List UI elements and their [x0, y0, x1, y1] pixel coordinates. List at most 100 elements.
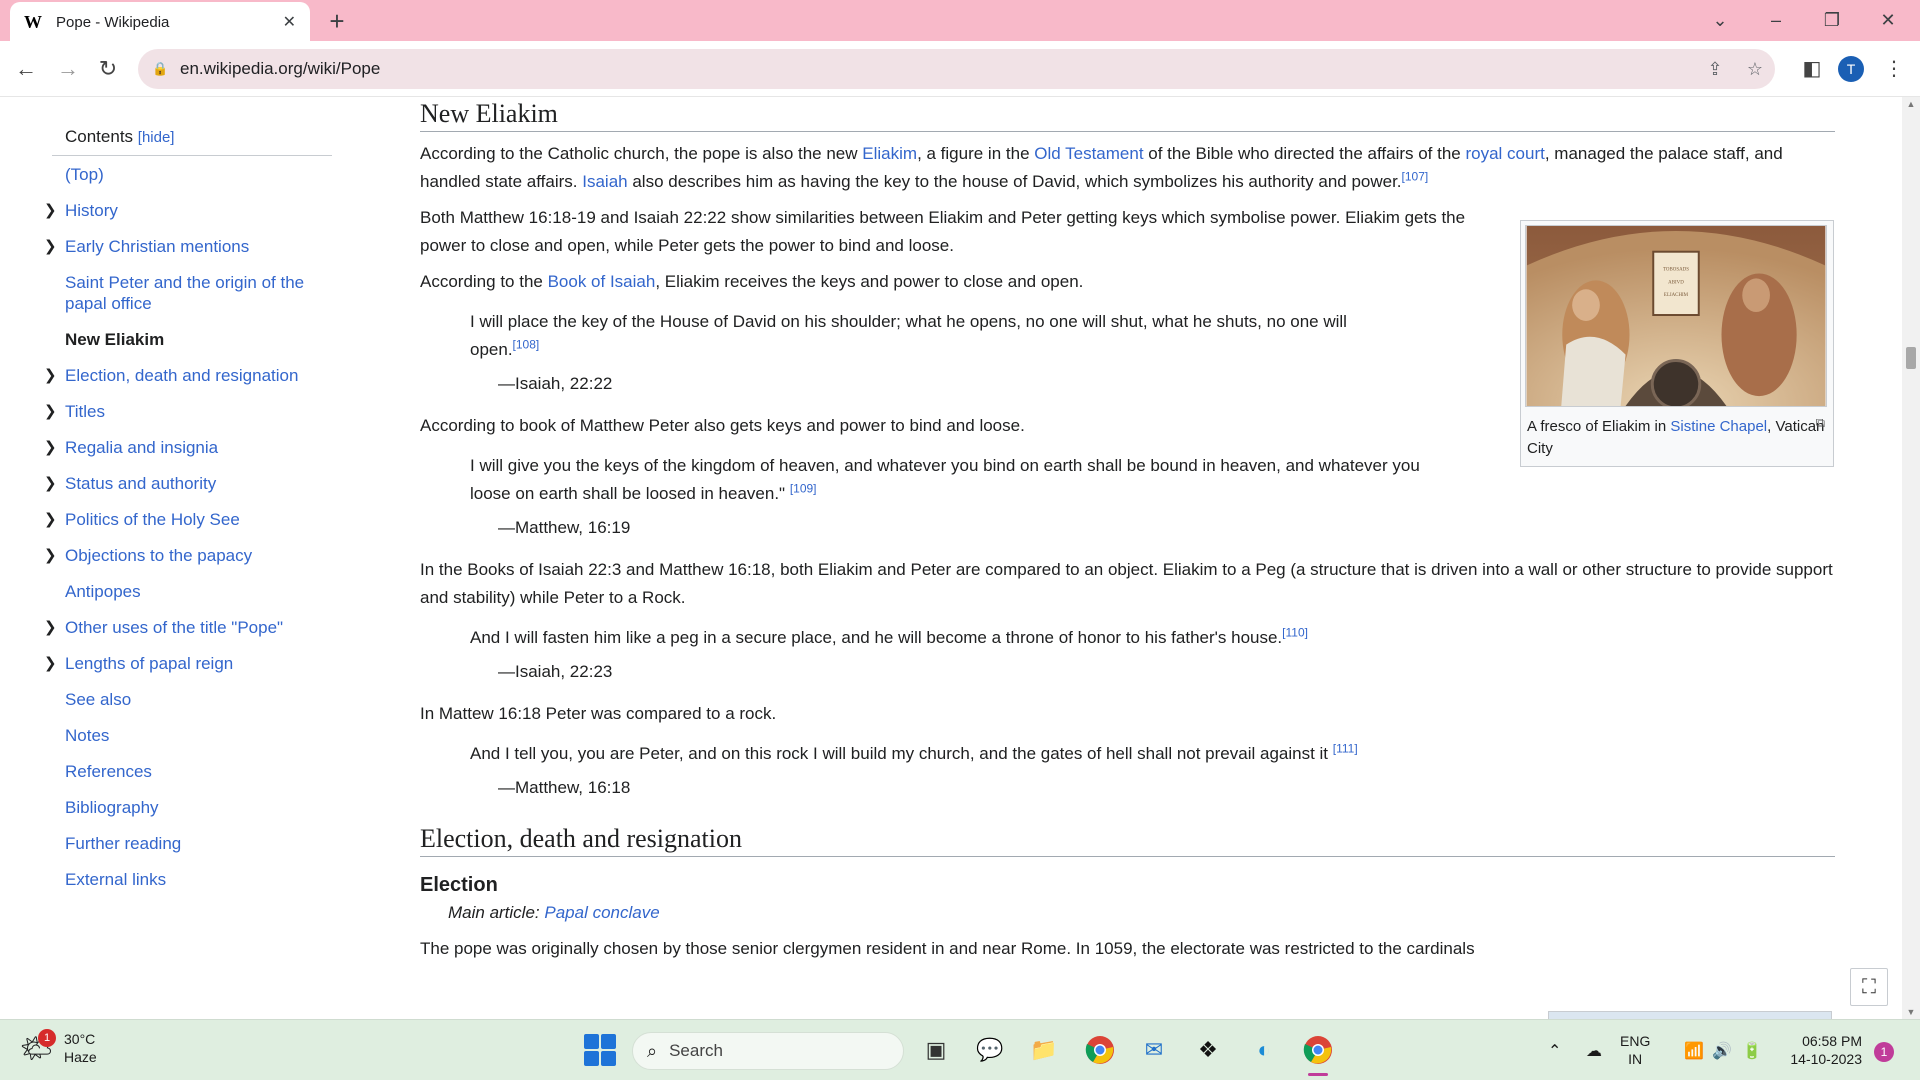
toc-item[interactable]: (Top) — [52, 164, 332, 185]
toc-item-label[interactable]: History — [65, 201, 118, 220]
file-explorer-icon[interactable]: 📁 — [1026, 1032, 1062, 1068]
link-papal-conclave[interactable]: Papal conclave — [544, 903, 659, 922]
side-panel-icon[interactable]: ◧ — [1796, 53, 1828, 85]
toc-item-label[interactable]: Regalia and insignia — [65, 438, 218, 457]
toc-item[interactable]: ❯ Other uses of the title "Pope" — [44, 617, 332, 638]
toc-item-label[interactable]: Lengths of papal reign — [65, 654, 233, 673]
chevron-right-icon[interactable]: ❯ — [44, 653, 57, 674]
bookmark-star-icon[interactable]: ☆ — [1735, 59, 1775, 80]
toc-item[interactable]: ❯ Objections to the papacy — [44, 545, 332, 566]
next-figure-image[interactable] — [1548, 1011, 1832, 1019]
toc-item[interactable]: Saint Peter and the origin of the papal … — [52, 272, 332, 314]
link-sistine-chapel[interactable]: Sistine Chapel — [1670, 418, 1767, 435]
tab-close-icon[interactable]: ✕ — [283, 12, 296, 32]
forward-arrow-icon[interactable]: → — [52, 53, 84, 85]
edge-icon[interactable]: ◐ — [1246, 1032, 1282, 1068]
toc-item[interactable]: ❯ Early Christian mentions — [44, 236, 332, 257]
toc-item[interactable]: Further reading — [52, 833, 332, 854]
chevron-right-icon[interactable]: ❯ — [44, 509, 57, 530]
toc-item[interactable]: ❯ Lengths of papal reign — [44, 653, 332, 674]
toc-item-label[interactable]: References — [65, 762, 152, 781]
toc-item[interactable]: ❯ Titles — [44, 401, 332, 422]
close-window-icon[interactable]: ✕ — [1866, 4, 1910, 36]
toc-item[interactable]: References — [52, 761, 332, 782]
toc-item-label[interactable]: Status and authority — [65, 474, 216, 493]
reload-icon[interactable]: ↻ — [92, 53, 124, 85]
reference-107[interactable]: [107] — [1402, 169, 1429, 183]
toc-item-label[interactable]: Bibliography — [65, 798, 159, 817]
toc-item-label[interactable]: Objections to the papacy — [65, 546, 252, 565]
chevron-right-icon[interactable]: ❯ — [44, 401, 57, 422]
volume-icon[interactable]: 🔊 — [1712, 1020, 1732, 1080]
toc-item-label[interactable]: Antipopes — [65, 582, 141, 601]
battery-icon[interactable]: 🔋 — [1742, 1020, 1762, 1080]
scroll-up-arrow-icon[interactable]: ▲ — [1902, 99, 1920, 109]
notification-badge[interactable]: 1 — [1874, 1042, 1894, 1062]
fullscreen-icon[interactable]: ⛶ — [1850, 968, 1888, 1006]
toc-item-label[interactable]: Other uses of the title "Pope" — [65, 618, 283, 637]
start-windows-icon[interactable] — [584, 1034, 616, 1066]
reference-108[interactable]: [108] — [513, 337, 540, 351]
toc-item[interactable]: Bibliography — [52, 797, 332, 818]
restore-icon[interactable]: ❐ — [1810, 4, 1854, 36]
profile-avatar[interactable]: T — [1838, 56, 1864, 82]
toc-item-label[interactable]: Saint Peter and the origin of the papal … — [65, 273, 304, 313]
lock-icon[interactable]: 🔒 — [152, 61, 172, 77]
toc-item[interactable]: Notes — [52, 725, 332, 746]
url-text[interactable]: en.wikipedia.org/wiki/Pope — [180, 59, 1695, 79]
taskbar-search[interactable]: ⌕ Search — [632, 1032, 904, 1070]
system-clock[interactable]: 06:58 PM 14-10-2023 — [1780, 1032, 1862, 1068]
link-old-testament[interactable]: Old Testament — [1034, 144, 1143, 163]
more-menu-icon[interactable]: ⋮ — [1878, 53, 1910, 85]
share-icon[interactable]: ⇪ — [1695, 59, 1735, 80]
chevron-right-icon[interactable]: ❯ — [44, 473, 57, 494]
toc-item-label[interactable]: Politics of the Holy See — [65, 510, 240, 529]
toc-item-label[interactable]: New Eliakim — [65, 330, 164, 349]
mail-icon[interactable]: ✉ — [1136, 1032, 1172, 1068]
chrome-icon[interactable] — [1082, 1032, 1118, 1068]
toc-item-label[interactable]: Election, death and resignation — [65, 366, 298, 385]
browser-tab[interactable]: W Pope - Wikipedia ✕ — [10, 2, 310, 42]
scroll-down-arrow-icon[interactable]: ▼ — [1902, 1007, 1920, 1017]
toc-item[interactable]: ❯ History — [44, 200, 332, 221]
toc-item-label[interactable]: See also — [65, 690, 131, 709]
toc-item[interactable]: Antipopes — [52, 581, 332, 602]
toc-item[interactable]: ❯ Election, death and resignation — [44, 365, 332, 386]
toc-item[interactable]: ❯ Politics of the Holy See — [44, 509, 332, 530]
chrome-profile-icon[interactable] — [1300, 1032, 1336, 1076]
new-tab-plus-icon[interactable]: + — [322, 6, 352, 36]
wifi-icon[interactable]: 📶 — [1684, 1020, 1704, 1080]
tab-search-chevron-icon[interactable]: ⌄ — [1698, 4, 1742, 36]
reference-111[interactable]: [111] — [1333, 741, 1358, 755]
dropbox-icon[interactable]: ❖ — [1190, 1032, 1226, 1068]
link-isaiah[interactable]: Isaiah — [582, 172, 627, 191]
chevron-right-icon[interactable]: ❯ — [44, 200, 57, 221]
toc-hide-link[interactable]: [hide] — [138, 129, 175, 146]
page-scrollbar[interactable]: ▲ ▼ — [1902, 97, 1920, 1019]
link-royal-court[interactable]: royal court — [1465, 144, 1544, 163]
fresco-image[interactable]: TOBOSADS ABIVD ELIACHIM — [1525, 225, 1827, 410]
toc-item-label[interactable]: (Top) — [65, 165, 104, 184]
toc-item-label[interactable]: External links — [65, 870, 166, 889]
toc-item[interactable]: ❯ Regalia and insignia — [44, 437, 332, 458]
onedrive-cloud-icon[interactable]: ☁ — [1586, 1020, 1602, 1080]
chevron-right-icon[interactable]: ❯ — [44, 236, 57, 257]
toc-item-label[interactable]: Further reading — [65, 834, 181, 853]
language-indicator[interactable]: ENG IN — [1620, 1032, 1650, 1068]
link-eliakim[interactable]: Eliakim — [862, 144, 917, 163]
link-book-of-isaiah[interactable]: Book of Isaiah — [548, 272, 656, 291]
chevron-right-icon[interactable]: ❯ — [44, 365, 57, 386]
task-view-icon[interactable]: ▣ — [918, 1032, 954, 1068]
address-bar[interactable]: 🔒 en.wikipedia.org/wiki/Pope ⇪ ☆ — [138, 49, 1775, 89]
weather-widget[interactable]: 🌤 1 30°C Haze — [20, 1029, 97, 1066]
chevron-right-icon[interactable]: ❯ — [44, 545, 57, 566]
toc-item-label[interactable]: Titles — [65, 402, 105, 421]
chevron-right-icon[interactable]: ❯ — [44, 437, 57, 458]
toc-item[interactable]: New Eliakim — [52, 329, 332, 350]
toc-item[interactable]: External links — [52, 869, 332, 890]
scrollbar-thumb[interactable] — [1906, 347, 1916, 369]
toc-item[interactable]: See also — [52, 689, 332, 710]
reference-109[interactable]: [109] — [790, 481, 817, 495]
toc-item[interactable]: ❯ Status and authority — [44, 473, 332, 494]
chevron-right-icon[interactable]: ❯ — [44, 617, 57, 638]
